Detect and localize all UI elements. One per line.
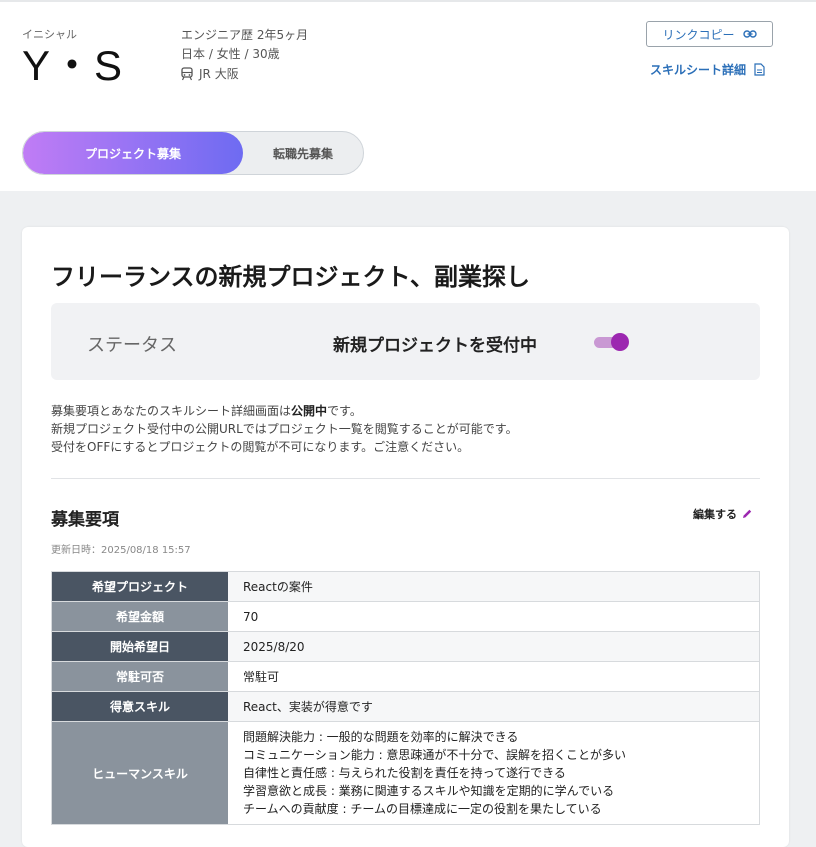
row-value: 70 bbox=[228, 601, 760, 632]
updated-timestamp: 更新日時：2025/08/18 15:57 bbox=[51, 545, 191, 556]
table-row: 常駐可否 常駐可 bbox=[51, 661, 760, 692]
experience-text: エンジニア歴 2年5ヶ月 bbox=[181, 28, 309, 42]
human-skills-list: 問題解決能力 : 一般的な問題を効率的に解決できる コミュニケーション能力 : … bbox=[228, 721, 760, 825]
train-icon bbox=[181, 66, 193, 80]
notice-line1-suffix: です。 bbox=[327, 404, 362, 418]
row-label: 希望金額 bbox=[51, 601, 228, 632]
station-text: JR 大阪 bbox=[199, 67, 239, 81]
row-value: 2025/8/20 bbox=[228, 631, 760, 662]
row-label: 常駐可否 bbox=[51, 661, 228, 692]
mode-tabs: プロジェクト募集 転職先募集 bbox=[22, 131, 364, 175]
edit-label: 編集する bbox=[693, 508, 737, 521]
project-card: フリーランスの新規プロジェクト、副業探し ステータス 新規プロジェクトを受付中 … bbox=[22, 227, 789, 847]
tab-job-change[interactable]: 転職先募集 bbox=[243, 132, 363, 174]
row-label: 得意スキル bbox=[51, 691, 228, 722]
visibility-notice: 募集要項とあなたのスキルシート詳細画面は公開中です。 新規プロジェクト受付中の公… bbox=[51, 402, 518, 456]
status-value: 新規プロジェクトを受付中 bbox=[333, 336, 537, 356]
notice-line-3: 受付をOFFにするとプロジェクトの閲覧が不可になります。ご注意ください。 bbox=[51, 440, 470, 454]
requirements-title: 募集要項 bbox=[51, 510, 119, 530]
notice-line1-prefix: 募集要項とあなたのスキルシート詳細画面は bbox=[51, 404, 292, 418]
status-toggle[interactable] bbox=[594, 333, 629, 351]
table-row: 希望金額 70 bbox=[51, 601, 760, 632]
tab-project-recruitment[interactable]: プロジェクト募集 bbox=[23, 132, 243, 174]
card-title: フリーランスの新規プロジェクト、副業探し bbox=[51, 263, 531, 291]
status-panel: ステータス 新規プロジェクトを受付中 bbox=[51, 303, 760, 380]
row-value: Reactの案件 bbox=[228, 571, 760, 602]
demographics-text: 日本 / 女性 / 30歳 bbox=[181, 47, 280, 61]
human-skill-item: チームへの貢献度 : チームの目標達成に一定の役割を果たしている bbox=[243, 802, 602, 816]
document-icon bbox=[754, 63, 765, 76]
link-copy-button[interactable]: リンクコピー bbox=[646, 21, 773, 47]
human-skill-item: 問題解決能力 : 一般的な問題を効率的に解決できる bbox=[243, 730, 519, 744]
skill-sheet-link[interactable]: スキルシート詳細 bbox=[650, 61, 765, 78]
human-skill-item: コミュニケーション能力 : 意思疎通が不十分で、誤解を招くことが多い bbox=[243, 748, 626, 762]
row-label: ヒューマンスキル bbox=[51, 721, 228, 825]
table-row: 開始希望日 2025/8/20 bbox=[51, 631, 760, 662]
notice-public-status: 公開中 bbox=[291, 404, 328, 418]
row-value: 常駐可 bbox=[228, 661, 760, 692]
notice-line-2: 新規プロジェクト受付中の公開URLではプロジェクト一覧を閲覧することが可能です。 bbox=[51, 422, 518, 436]
skill-sheet-label: スキルシート詳細 bbox=[650, 63, 747, 77]
top-border bbox=[0, 0, 816, 2]
initial-label: イニシャル bbox=[22, 28, 77, 41]
table-row: ヒューマンスキル 問題解決能力 : 一般的な問題を効率的に解決できる コミュニケ… bbox=[51, 721, 760, 825]
human-skill-item: 学習意欲と成長 : 業務に関連するスキルや知識を定期的に学んでいる bbox=[243, 784, 615, 798]
pencil-icon bbox=[743, 509, 752, 518]
notice-line-1: 募集要項とあなたのスキルシート詳細画面は公開中です。 bbox=[51, 402, 518, 420]
table-row: 得意スキル React、実装が得意です bbox=[51, 691, 760, 722]
toggle-knob bbox=[611, 333, 629, 351]
station-info: JR 大阪 bbox=[181, 65, 239, 82]
status-label: ステータス bbox=[87, 335, 177, 356]
link-copy-label: リンクコピー bbox=[662, 27, 735, 42]
human-skill-item: 自律性と責任感 : 与えられた役割を責任を持って遂行できる bbox=[243, 766, 566, 780]
profile-header: イニシャル Y・S エンジニア歴 2年5ヶ月 日本 / 女性 / 30歳 JR … bbox=[0, 0, 816, 191]
row-value: React、実装が得意です bbox=[228, 691, 760, 722]
edit-requirements-button[interactable]: 編集する bbox=[693, 506, 753, 522]
row-label: 開始希望日 bbox=[51, 631, 228, 662]
row-label: 希望プロジェクト bbox=[51, 571, 228, 602]
table-row: 希望プロジェクト Reactの案件 bbox=[51, 571, 760, 602]
requirements-table: 希望プロジェクト Reactの案件 希望金額 70 開始希望日 2025/8/2… bbox=[51, 571, 760, 825]
link-icon bbox=[742, 30, 757, 38]
section-divider bbox=[51, 478, 760, 479]
user-initials: Y・S bbox=[22, 42, 124, 89]
